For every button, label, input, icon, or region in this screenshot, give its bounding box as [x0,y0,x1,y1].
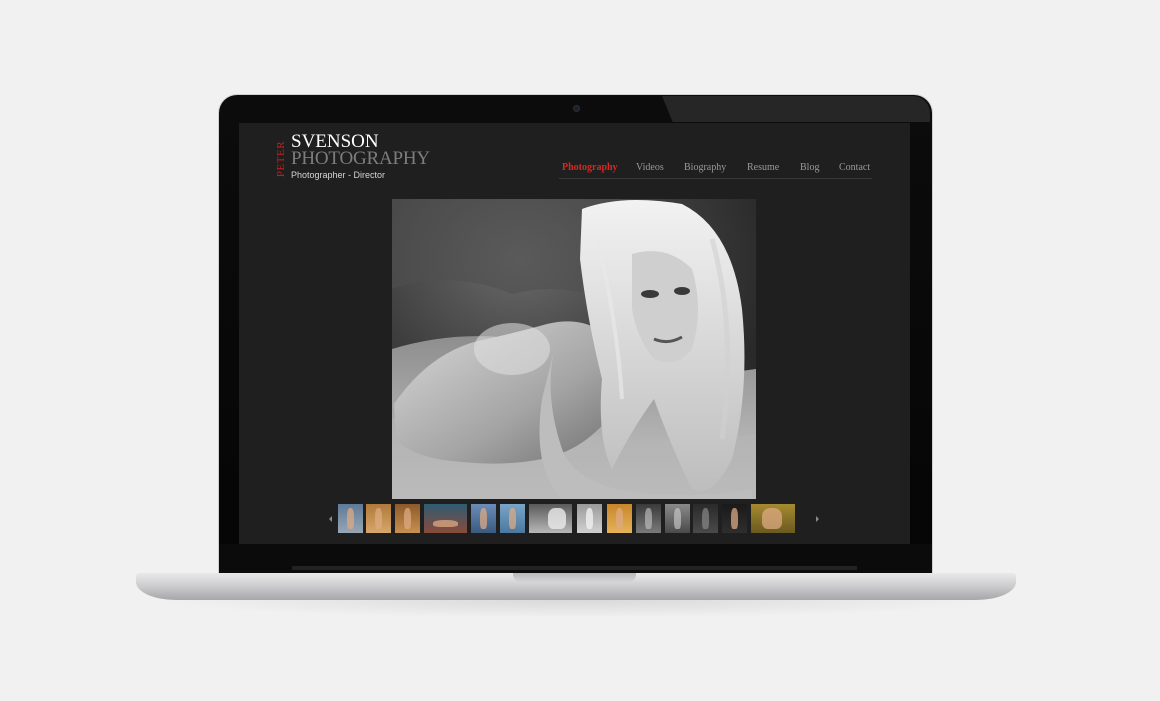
site-logo[interactable]: PETER SVENSON PHOTOGRAPHY Photographer -… [275,132,478,181]
gallery-thumbnail[interactable] [693,504,718,533]
nav-biography[interactable]: Biography [684,162,726,173]
logo-first-name: PETER [275,140,287,178]
gallery-thumbnail[interactable] [751,504,795,533]
gallery-thumbnail[interactable] [500,504,525,533]
nav-videos[interactable]: Videos [636,162,664,173]
main-nav: Photography Videos Biography Resume Blog… [559,158,872,179]
chin-strip [292,566,857,570]
gallery-thumbnail[interactable] [424,504,467,533]
website-screen: PETER SVENSON PHOTOGRAPHY Photographer -… [239,123,910,544]
logo-tagline: Photographer - Director [291,170,386,180]
thumbnail-strip [329,503,819,535]
gallery-thumbnail[interactable] [338,504,363,533]
bezel-glare [662,96,930,122]
logo-subtitle: PHOTOGRAPHY [291,148,430,169]
main-photo[interactable] [392,199,756,499]
gallery-thumbnail[interactable] [636,504,661,533]
nav-contact[interactable]: Contact [839,162,870,173]
nav-resume[interactable]: Resume [747,162,779,173]
laptop-notch [513,573,636,583]
arrow-right-icon[interactable] [816,516,819,522]
gallery-thumbnail[interactable] [665,504,690,533]
gallery-thumbnail[interactable] [607,504,632,533]
gallery-thumbnail[interactable] [577,504,602,533]
nav-blog[interactable]: Blog [800,162,819,173]
gallery-thumbnail[interactable] [395,504,420,533]
nav-photography[interactable]: Photography [562,162,618,173]
gallery-thumbnail[interactable] [529,504,572,533]
gallery-thumbnail[interactable] [366,504,391,533]
gallery-thumbnail[interactable] [722,504,747,533]
arrow-left-icon[interactable] [329,516,332,522]
camera-icon [573,105,580,112]
gallery-thumbnail[interactable] [471,504,496,533]
laptop-shadow [150,600,1000,618]
main-photo-image [392,199,756,499]
